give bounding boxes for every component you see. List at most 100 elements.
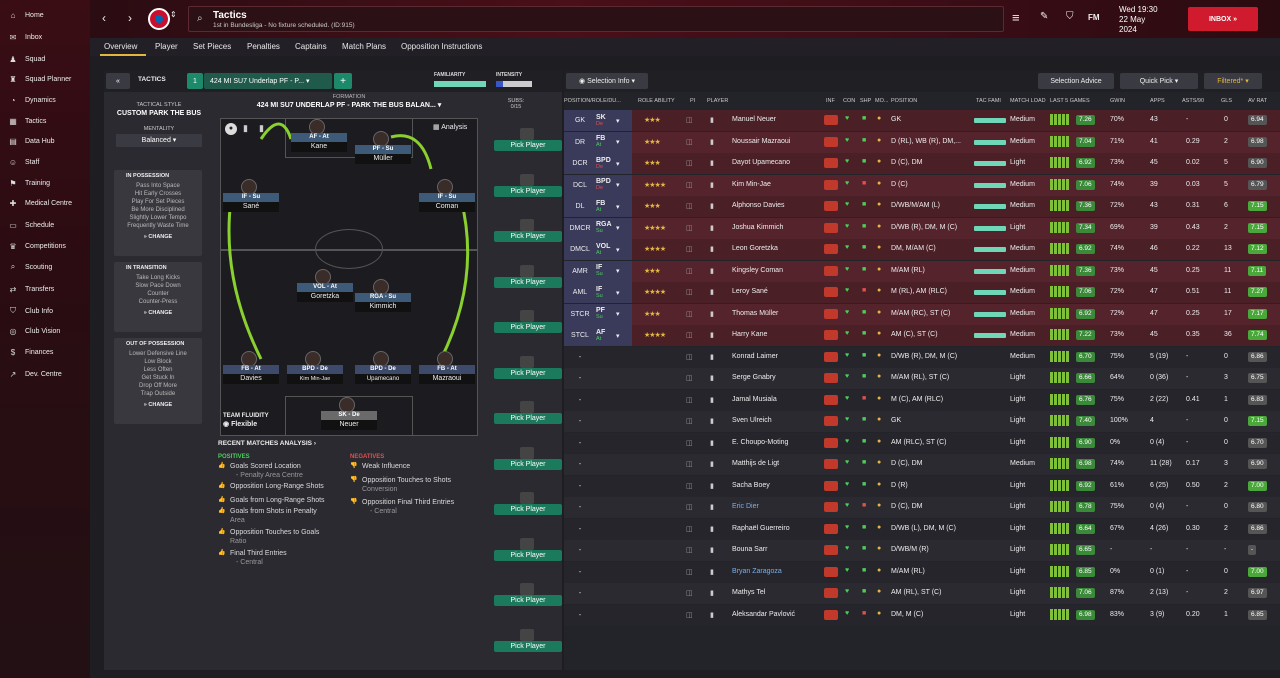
table-row[interactable]: ★★★★ STCL AF At ▾ ◫ ▮ Harry Kane ♥ ■ ● AM (C), ST (… <box>564 325 1280 346</box>
sidebar-item-inbox[interactable]: ✉ Inbox <box>0 28 90 46</box>
pi-icon[interactable]: ◫ <box>686 116 693 124</box>
date-display[interactable]: Wed 19:30 22 May 2024 <box>1119 5 1158 35</box>
tactic-select[interactable]: 424 MI SU7 Underlap PF - P... ▾ <box>204 73 332 89</box>
pick-player-button[interactable]: Pick Player <box>494 413 562 424</box>
chevron-down-icon[interactable]: ▾ <box>616 160 620 168</box>
pick-player-button[interactable]: Pick Player <box>494 458 562 470</box>
sub-slot[interactable]: Pick Player <box>494 583 562 613</box>
filter-button[interactable]: Filtered* ▾ <box>1204 73 1262 89</box>
out-of-possession-section[interactable]: OUT OF POSSESSION Lower Defensive Line L… <box>114 338 202 424</box>
pitch-player-kane[interactable]: AF - At Kane <box>291 119 347 152</box>
position-cell[interactable]: - <box>564 540 632 561</box>
pick-player-button[interactable]: Pick Player <box>494 231 562 242</box>
table-row[interactable]: - ◫ ▮ Matthijs de Ligt ♥ ■ ● D (C), DM Medium 6.9… <box>564 454 1280 475</box>
sub-slot[interactable]: Pick Player <box>494 628 562 659</box>
position-cell[interactable]: - <box>564 476 632 497</box>
tab-captains[interactable]: Captains <box>295 42 327 51</box>
pick-player-button[interactable]: Pick Player <box>494 595 562 606</box>
player-name[interactable]: Mathys Tel <box>732 589 765 596</box>
pitch-player-goretzka[interactable]: VOL - At Goretzka <box>297 269 353 302</box>
col-asts-90[interactable]: ASTS/90 <box>1182 98 1204 104</box>
sidebar-item-schedule[interactable]: ▭ Schedule <box>0 216 90 234</box>
position-cell[interactable]: - <box>564 519 632 540</box>
chevron-down-icon[interactable]: ▾ <box>616 246 620 254</box>
player-name[interactable]: Jamal Musiala <box>732 396 777 403</box>
pi-icon[interactable]: ◫ <box>686 331 693 339</box>
col-role-ability[interactable]: ROLE ABILITY <box>638 98 675 104</box>
col-shp[interactable]: SHP <box>860 98 871 104</box>
col-player[interactable]: PLAYER <box>707 98 728 104</box>
table-row[interactable]: - ◫ ▮ Sven Ulreich ♥ ■ ● GK Light 7.40 100% 4 - 0 7.15 <box>564 411 1280 432</box>
col-av-rat[interactable]: AV RAT <box>1248 98 1267 104</box>
tab-opposition-instructions[interactable]: Opposition Instructions <box>401 42 482 51</box>
chevron-down-icon[interactable]: ▾ <box>616 138 620 146</box>
pi-icon[interactable]: ◫ <box>686 267 693 275</box>
table-row[interactable]: ★★★★ DMCL VOL At ▾ ◫ ▮ Leon Goretzka ♥ ■ ● DM, M/AM… <box>564 239 1280 260</box>
pi-icon[interactable]: ◫ <box>686 310 693 318</box>
col-gls[interactable]: GLS <box>1221 98 1232 104</box>
pi-icon[interactable]: ◫ <box>686 202 693 210</box>
selection-info-button[interactable]: ◉ Selection Info ▾ <box>566 73 648 89</box>
player-name[interactable]: Eric Dier <box>732 503 759 510</box>
pitch-player-neuer[interactable]: SK - De Neuer <box>321 397 377 430</box>
col-mo[interactable]: MO... <box>875 98 888 104</box>
col-apps[interactable]: APPS <box>1150 98 1165 104</box>
position-cell[interactable]: AML IF Su ▾ <box>564 282 632 303</box>
player-name[interactable]: Manuel Neuer <box>732 116 776 123</box>
table-row[interactable]: - ◫ ▮ Raphaël Guerreiro ♥ ■ ● D/WB (L), DM, M (… <box>564 518 1280 540</box>
player-name[interactable]: E. Choupo-Moting <box>732 439 788 446</box>
position-cell[interactable]: - <box>564 433 632 454</box>
selection-advice-button[interactable]: Selection Advice <box>1038 73 1114 89</box>
menu-icon[interactable]: ≡ <box>1012 10 1020 25</box>
table-row[interactable]: ★★★★ AML IF Su ▾ ◫ ▮ Leroy Sané ♥ ■ ● M (RL), AM (R… <box>564 282 1280 303</box>
table-row[interactable]: ★★★ STCR PF Su ▾ ◫ ▮ Thomas Müller ♥ ■ ● M/AM (RC),… <box>564 303 1280 325</box>
position-cell[interactable]: DCL BPD De ▾ <box>564 174 632 196</box>
col-tac-fami[interactable]: TAC FAMI <box>976 98 1001 104</box>
tab-penalties[interactable]: Penalties <box>247 42 280 51</box>
pitch-player-muller[interactable]: PF - Su Müller <box>355 131 411 164</box>
pick-player-button[interactable]: Pick Player <box>494 185 562 197</box>
pi-icon[interactable]: ◫ <box>686 482 693 490</box>
pi-icon[interactable]: ◫ <box>686 460 693 468</box>
position-cell[interactable]: - <box>564 454 632 475</box>
in-possession-change[interactable]: » CHANGE <box>114 234 202 240</box>
position-cell[interactable]: - <box>564 605 632 626</box>
table-row[interactable]: - ◫ ▮ Sacha Boey ♥ ■ ● D (R) Light 6.92 61% 6 (25) 0… <box>564 475 1280 497</box>
sidebar-item-scouting[interactable]: ⌕ Scouting <box>0 258 90 276</box>
position-cell[interactable]: - <box>564 562 632 583</box>
shield-icon[interactable]: ⛉ <box>1066 11 1074 22</box>
table-row[interactable]: ★★★ GK SK De ▾ ◫ ▮ Manuel Neuer ♥ ■ ● GK Medium 7.26 7… <box>564 110 1280 131</box>
col-inf[interactable]: INF <box>826 98 835 104</box>
add-tactic-button[interactable]: + <box>334 73 352 89</box>
sub-slot[interactable]: Pick Player <box>494 446 562 477</box>
sub-slot[interactable]: Pick Player <box>494 537 562 568</box>
pick-player-button[interactable]: Pick Player <box>494 140 562 151</box>
sub-slot[interactable]: Pick Player <box>494 264 562 295</box>
table-row[interactable]: - ◫ ▮ Aleksandar Pavlović ♥ ■ ● DM, M (C) Light 6… <box>564 604 1280 626</box>
position-cell[interactable]: AMR IF Su ▾ <box>564 260 632 282</box>
player-name[interactable]: Serge Gnabry <box>732 374 776 381</box>
sidebar-item-squad[interactable]: ♟ Squad <box>0 50 90 68</box>
edit-icon[interactable]: ✎ <box>1040 11 1048 22</box>
pi-icon[interactable]: ◫ <box>686 288 693 296</box>
pitch-player-sane[interactable]: IF - Su Sané <box>223 179 279 212</box>
position-cell[interactable]: GK SK De ▾ <box>564 110 632 131</box>
sidebar-item-competitions[interactable]: ♛ Competitions <box>0 237 90 255</box>
fm-logo[interactable]: FM <box>1088 13 1100 22</box>
table-row[interactable]: - ◫ ▮ E. Choupo-Moting ♥ ■ ● AM (RLC), ST (C) Li… <box>564 432 1280 454</box>
player-name[interactable]: Matthijs de Ligt <box>732 460 779 467</box>
pi-icon[interactable]: ◫ <box>686 568 693 576</box>
position-cell[interactable]: DMCL VOL At ▾ <box>564 239 632 260</box>
sidebar-item-home[interactable]: ⌂ Home <box>0 6 90 24</box>
table-row[interactable]: ★★★ DR FB At ▾ ◫ ▮ Noussair Mazraoui ♥ ■ ● D (RL), … <box>564 131 1280 153</box>
col-last-5-games[interactable]: LAST 5 GAMES <box>1050 98 1090 104</box>
back-arrow-icon[interactable]: ‹ <box>102 11 106 25</box>
position-cell[interactable]: - <box>564 390 632 411</box>
pi-icon[interactable]: ◫ <box>686 181 693 189</box>
pitch-player-kimmich[interactable]: RGA - Su Kimmich <box>355 279 411 312</box>
col-position-role[interactable]: POSITION/ROLE/DU... <box>564 98 621 104</box>
tactical-style-value[interactable]: CUSTOM PARK THE BUS <box>114 110 204 118</box>
pi-icon[interactable]: ◫ <box>686 374 693 382</box>
pi-icon[interactable]: ◫ <box>686 396 693 404</box>
position-cell[interactable]: STCR PF Su ▾ <box>564 303 632 325</box>
